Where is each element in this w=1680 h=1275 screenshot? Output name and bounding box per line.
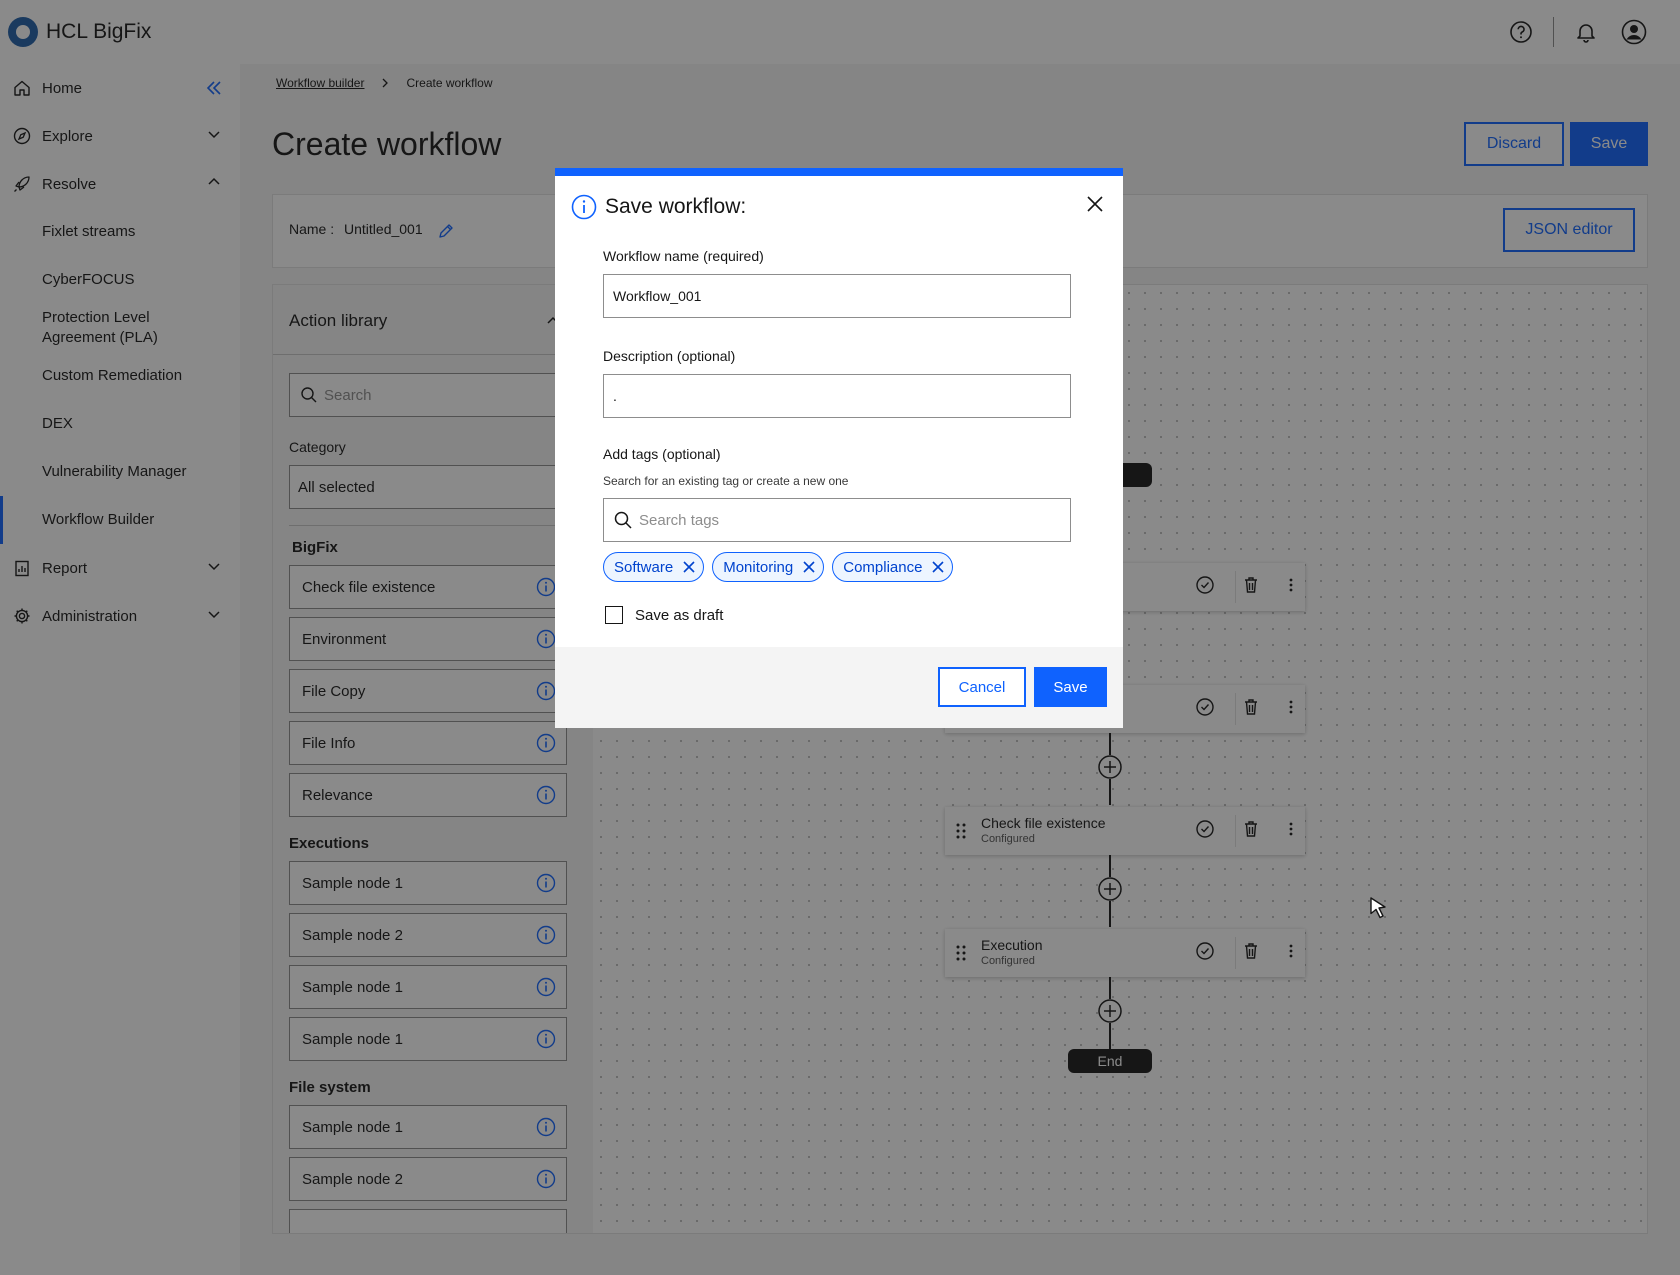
tags-search-input[interactable]: Search tags	[603, 498, 1071, 542]
tags-label: Add tags (optional)	[603, 446, 721, 462]
mouse-pointer-icon	[1368, 896, 1390, 920]
remove-tag-icon[interactable]	[930, 559, 946, 575]
remove-tag-icon[interactable]	[801, 559, 817, 575]
search-icon	[613, 510, 633, 530]
modal-title: Save workflow:	[605, 195, 747, 218]
cancel-button[interactable]: Cancel	[938, 667, 1026, 707]
workflow-name-label: Workflow name (required)	[603, 248, 764, 264]
tag: Software	[603, 552, 705, 582]
tag: Monitoring	[712, 552, 825, 582]
workflow-name-input[interactable]: Workflow_001	[603, 274, 1071, 318]
modal-save-button[interactable]: Save	[1034, 667, 1107, 707]
description-input[interactable]: .	[603, 374, 1071, 418]
save-workflow-modal: Save workflow: Workflow name (required) …	[555, 168, 1123, 728]
info-icon	[571, 194, 597, 220]
modal-header: Save workflow:	[571, 194, 746, 220]
save-as-draft-checkbox[interactable]	[605, 606, 623, 624]
description-label: Description (optional)	[603, 348, 736, 364]
tags-helper-text: Search for an existing tag or create a n…	[603, 474, 849, 488]
tag-list: Software Monitoring Compliance	[603, 552, 954, 582]
modal-footer: Cancel Save	[555, 647, 1123, 728]
tags-search-placeholder: Search tags	[639, 511, 720, 529]
tag-label: Monitoring	[723, 558, 794, 576]
tag-label: Compliance	[843, 558, 923, 576]
tag: Compliance	[832, 552, 954, 582]
save-as-draft-label: Save as draft	[635, 606, 724, 624]
close-icon[interactable]	[1079, 188, 1111, 220]
remove-tag-icon[interactable]	[681, 559, 697, 575]
tag-label: Software	[614, 558, 674, 576]
save-as-draft-option[interactable]: Save as draft	[605, 606, 723, 624]
